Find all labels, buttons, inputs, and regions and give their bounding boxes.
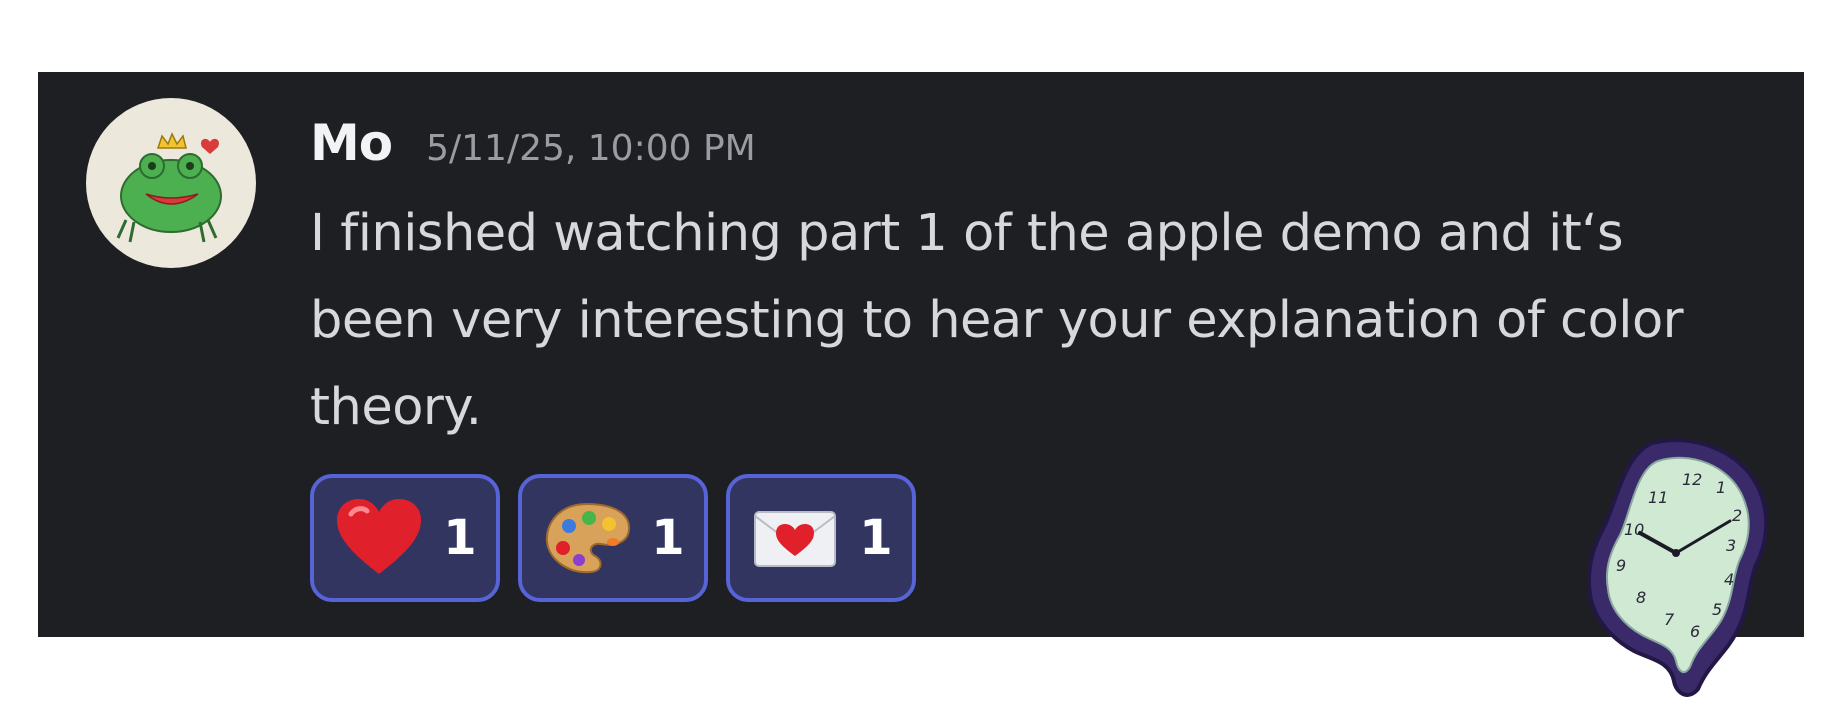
avatar[interactable] xyxy=(86,98,256,268)
heart-emoji-icon xyxy=(337,499,422,574)
melting-clock-icon: 12 1 2 3 4 5 6 7 8 9 10 11 xyxy=(1587,438,1769,697)
love-letter-emoji-icon xyxy=(754,511,837,567)
reaction-love-letter[interactable]: 1 xyxy=(726,474,916,602)
clock-numeral-7: 7 xyxy=(1664,610,1675,629)
timestamp: 5/11/25, 10:00 PM xyxy=(426,128,756,169)
clock-numeral-10: 10 xyxy=(1624,520,1644,539)
message-header: Mo 5/11/25, 10:00 PM xyxy=(310,114,756,178)
clock-numeral-3: 3 xyxy=(1726,536,1736,555)
username[interactable]: Mo xyxy=(310,114,393,172)
clock-numeral-1: 1 xyxy=(1716,478,1726,497)
clock-numeral-2: 2 xyxy=(1732,506,1742,525)
reaction-heart[interactable]: 1 xyxy=(310,474,500,602)
message-text: I finished watching part 1 of the apple … xyxy=(310,204,1684,437)
clock-numeral-8: 8 xyxy=(1636,588,1646,607)
clock-numeral-5: 5 xyxy=(1712,600,1722,619)
reaction-count: 1 xyxy=(859,510,893,566)
reaction-artist-palette[interactable]: 1 xyxy=(518,474,708,602)
reaction-count: 1 xyxy=(651,510,685,566)
clock-numeral-9: 9 xyxy=(1616,556,1626,575)
melting-clock-sticker: 12 1 2 3 4 5 6 7 8 9 10 11 xyxy=(1580,435,1780,703)
frog-avatar-icon xyxy=(116,132,222,243)
clock-numeral-4: 4 xyxy=(1724,570,1734,589)
clock-numeral-11: 11 xyxy=(1648,488,1668,507)
reaction-count: 1 xyxy=(443,510,477,566)
reactions-bar: 1 1 1 xyxy=(310,474,916,602)
message-card: Mo 5/11/25, 10:00 PM I finished watching… xyxy=(38,72,1804,637)
artist-palette-emoji-icon xyxy=(546,502,631,574)
clock-numeral-6: 6 xyxy=(1690,622,1700,641)
clock-numeral-12: 12 xyxy=(1682,470,1702,489)
